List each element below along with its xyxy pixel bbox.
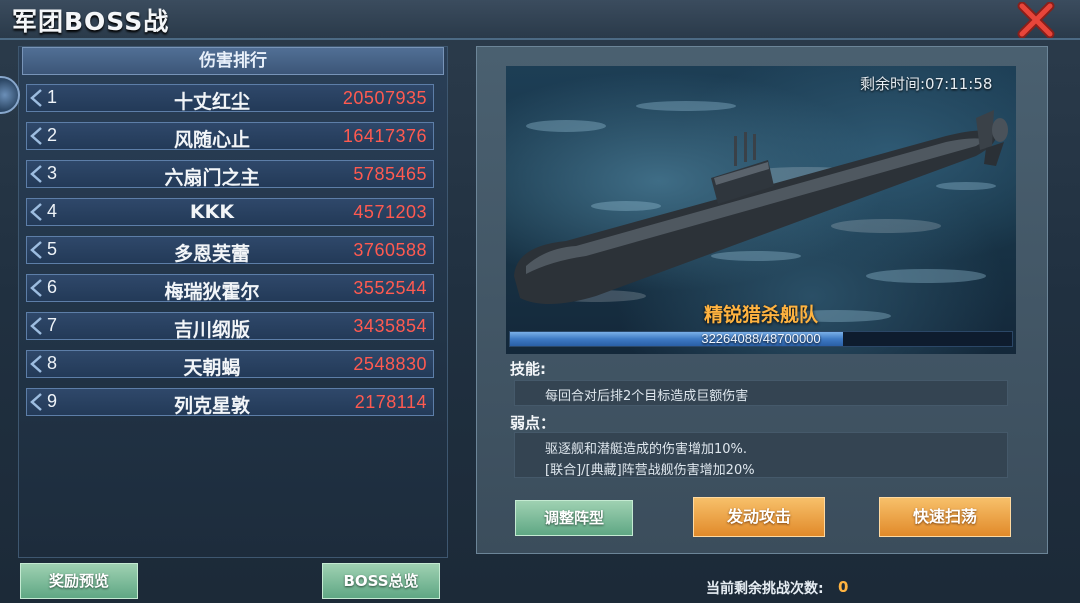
- player-name: KKK: [189, 201, 235, 223]
- close-icon[interactable]: [1016, 1, 1056, 39]
- ranking-row[interactable]: 3 六扇门之主 5785465: [26, 160, 434, 189]
- player-name: 梅瑞狄霍尔: [164, 281, 260, 303]
- damage-value: 16417376: [342, 126, 427, 146]
- skill-text: 每回合对后排2个目标造成巨额伤害: [545, 389, 749, 404]
- chevron-left-icon: [30, 127, 42, 145]
- chevron-left-icon: [30, 165, 42, 183]
- player-name: 风随心止: [173, 129, 250, 151]
- ranking-row[interactable]: 4 KKK 4571203: [26, 198, 434, 226]
- chevron-left-icon: [30, 89, 42, 107]
- rank-number: 5: [47, 239, 58, 259]
- chevron-left-icon: [30, 203, 42, 221]
- title-bar: 军团BOSS战: [0, 0, 1080, 40]
- weakness-label: 弱点：: [510, 414, 556, 432]
- chevron-left-icon: [30, 393, 42, 411]
- boss-hp-bar: 32264088/48700000: [509, 331, 1013, 347]
- chevron-left-icon: [30, 355, 42, 373]
- rank-number: 7: [47, 315, 58, 335]
- boss-hp-text: 32264088/48700000: [701, 331, 821, 346]
- attempts-count: 0: [838, 578, 849, 596]
- weakness-line-2: [联合]/[典藏]阵营战舰伤害增加20%: [545, 463, 755, 478]
- quick-sweep-button[interactable]: 快速扫荡: [879, 497, 1011, 537]
- ranking-row[interactable]: 8 天朝蝎 2548830: [26, 350, 434, 379]
- chevron-left-icon: [30, 241, 42, 259]
- adjust-formation-button[interactable]: 调整阵型: [515, 500, 633, 536]
- damage-value: 3552544: [353, 278, 427, 298]
- ranking-row[interactable]: 1 十丈红尘 20507935: [26, 84, 434, 113]
- window-title: 军团BOSS战: [12, 7, 170, 36]
- rank-number: 9: [47, 391, 58, 411]
- boss-overview-button[interactable]: BOSS总览: [322, 563, 440, 599]
- player-name: 吉川纲版: [173, 319, 250, 341]
- ranking-row[interactable]: 2 风随心止 16417376: [26, 122, 434, 151]
- player-name: 列克星敦: [173, 395, 250, 417]
- skill-label: 技能:: [510, 360, 546, 378]
- damage-value: 2178114: [354, 392, 427, 412]
- damage-value: 20507935: [342, 88, 427, 108]
- player-name: 天朝蝎: [183, 357, 241, 379]
- chevron-left-icon: [30, 317, 42, 335]
- player-name: 六扇门之主: [164, 167, 260, 189]
- attempts-label: 当前剩余挑战次数:: [706, 581, 824, 597]
- ranking-header: 伤害排行: [22, 47, 444, 75]
- rank-number: 6: [47, 277, 58, 297]
- rank-number: 8: [47, 353, 58, 373]
- chevron-left-icon: [30, 279, 42, 297]
- player-name: 十丈红尘: [173, 91, 250, 113]
- damage-value: 5785465: [353, 164, 427, 184]
- ranking-row[interactable]: 5 多恩芙蕾 3760588: [26, 236, 434, 265]
- ranking-row[interactable]: 6 梅瑞狄霍尔 3552544: [26, 274, 434, 303]
- boss-name: 精锐猎杀舰队: [703, 304, 818, 326]
- player-name: 多恩芙蕾: [173, 243, 250, 265]
- damage-value: 3760588: [353, 240, 427, 260]
- rank-number: 4: [47, 201, 58, 221]
- rank-number: 1: [47, 87, 58, 107]
- rank-number: 3: [47, 163, 58, 183]
- rank-number: 2: [47, 125, 58, 145]
- ranking-row[interactable]: 9 列克星敦 2178114: [26, 388, 434, 417]
- damage-value: 4571203: [353, 202, 427, 222]
- attack-button[interactable]: 发动攻击: [693, 497, 825, 537]
- remaining-time: 剩余时间:07:11:58: [860, 75, 993, 93]
- ranking-row[interactable]: 7 吉川纲版 3435854: [26, 312, 434, 341]
- damage-value: 3435854: [353, 316, 427, 336]
- damage-value: 2548830: [353, 354, 427, 374]
- weakness-line-1: 驱逐舰和潜艇造成的伤害增加10%.: [545, 442, 748, 457]
- reward-preview-button[interactable]: 奖励预览: [20, 563, 138, 599]
